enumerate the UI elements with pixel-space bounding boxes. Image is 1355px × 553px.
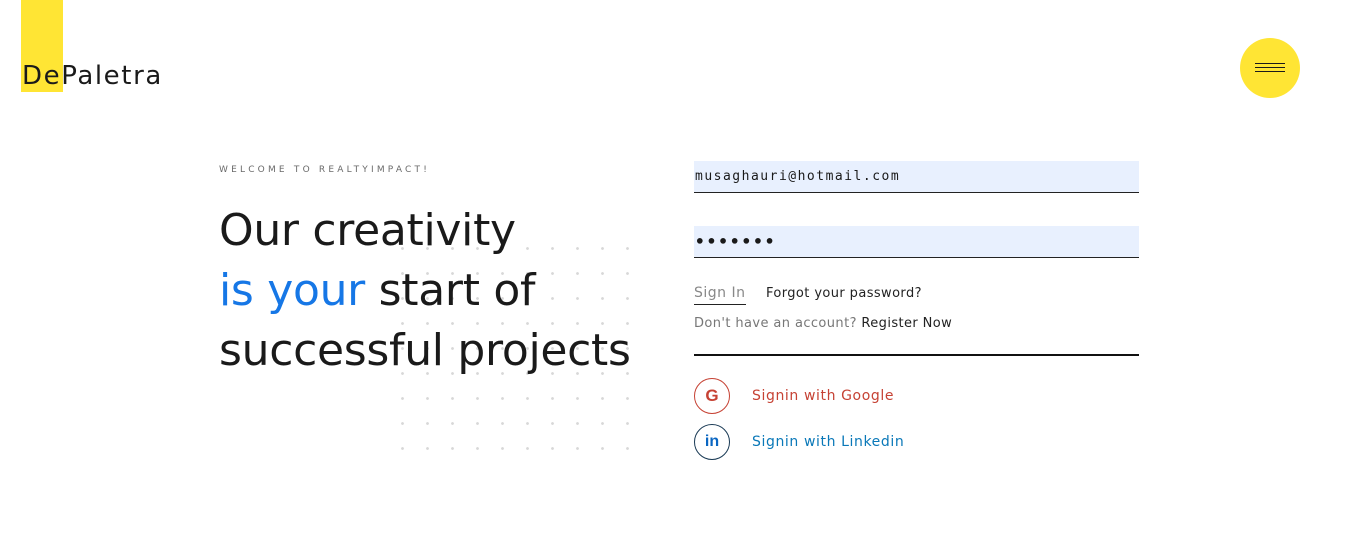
headline-accent: is your bbox=[219, 265, 365, 316]
hero-headline: Our creativity is your start of successf… bbox=[219, 201, 631, 381]
headline-line-2-rest: start of bbox=[364, 265, 536, 316]
signin-with-linkedin-link[interactable]: Signin with Linkedin bbox=[752, 434, 904, 450]
signin-with-google-link[interactable]: Signin with Google bbox=[752, 388, 894, 404]
logo[interactable]: DePaletra bbox=[22, 60, 163, 92]
google-icon[interactable]: G bbox=[694, 378, 730, 414]
hamburger-menu-icon bbox=[1255, 63, 1285, 64]
register-now-link[interactable]: Register Now bbox=[861, 316, 952, 331]
welcome-eyebrow: WELCOME TO REALTYIMPACT! bbox=[219, 165, 431, 175]
menu-button[interactable] bbox=[1240, 38, 1300, 98]
no-account-text: Don't have an account? Register Now bbox=[694, 316, 952, 331]
password-field[interactable] bbox=[694, 226, 1139, 258]
no-account-label: Don't have an account? bbox=[694, 316, 857, 331]
sign-in-button[interactable]: Sign In bbox=[694, 285, 746, 305]
forgot-password-link[interactable]: Forgot your password? bbox=[766, 286, 922, 301]
headline-line-3: successful projects bbox=[219, 325, 631, 376]
email-field[interactable] bbox=[694, 161, 1139, 193]
linkedin-icon[interactable]: in bbox=[694, 424, 730, 460]
headline-line-2: is your start of bbox=[219, 261, 631, 321]
headline-line-1: Our creativity bbox=[219, 205, 516, 256]
divider bbox=[694, 354, 1139, 356]
